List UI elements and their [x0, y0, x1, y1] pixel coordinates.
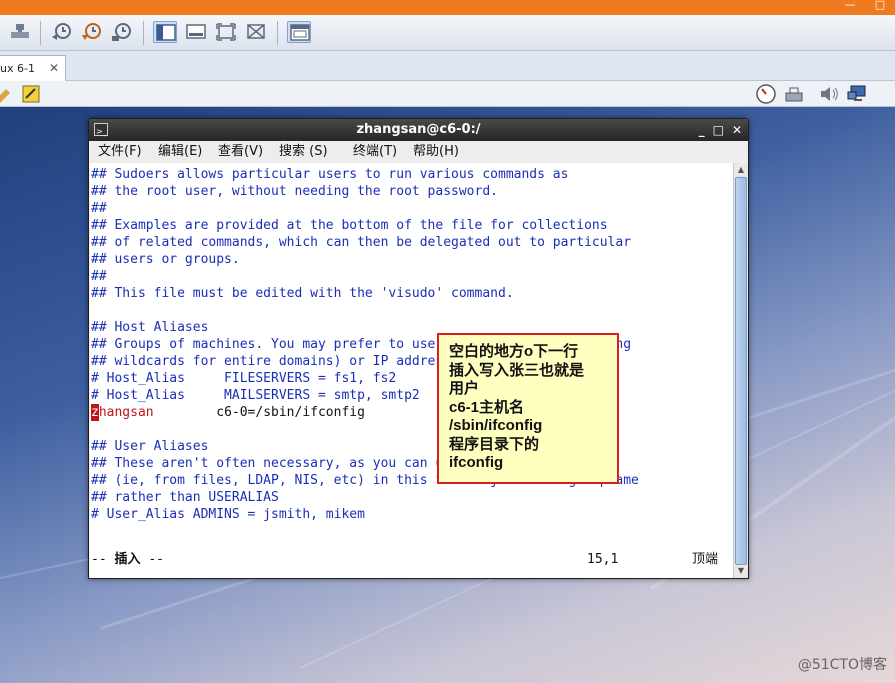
- menu-file[interactable]: 文件(F): [98, 141, 142, 163]
- text-line: ## users or groups.: [91, 252, 240, 267]
- vim-status-line: -- 插入 -- 15,1 顶端: [91, 552, 719, 567]
- text-line: ## Host Aliases: [91, 320, 209, 335]
- fullscreen-icon[interactable]: [214, 21, 238, 43]
- network-adapter-icon[interactable]: [783, 83, 805, 105]
- menu-view[interactable]: 查看(V): [218, 141, 263, 163]
- vmware-toolbar: [0, 15, 895, 51]
- text-line: ## rather than USERALIAS: [91, 490, 279, 505]
- menu-help[interactable]: 帮助(H): [413, 141, 459, 163]
- text-cursor: z: [91, 404, 99, 421]
- terminal-menubar: 文件(F) 编辑(E) 查看(V) 搜索 (S) 终端(T) 帮助(H): [89, 141, 748, 163]
- snapshot-icon[interactable]: [50, 21, 74, 43]
- vmware-title-strip: — □: [0, 0, 895, 15]
- maximize-icon[interactable]: □: [865, 0, 895, 15]
- text-line: ## the root user, without needing the ro…: [91, 184, 498, 199]
- text-line: ## Sudoers allows particular users to ru…: [91, 167, 569, 182]
- annotation-callout: 空白的地方o下一行 插入写入张三也就是 用户 c6-1主机名 /sbin/ifc…: [437, 333, 619, 484]
- notes-icon[interactable]: [20, 83, 42, 105]
- vim-mode: 插入: [114, 552, 141, 567]
- unity-icon[interactable]: [244, 21, 268, 43]
- snapshot-manager-icon[interactable]: [110, 21, 134, 43]
- sidebar-view-icon[interactable]: [153, 21, 177, 43]
- menu-edit[interactable]: 编辑(E): [158, 141, 202, 163]
- menu-search[interactable]: 搜索 (S): [279, 141, 328, 163]
- revert-snapshot-icon[interactable]: [80, 21, 104, 43]
- edited-line: zhangsan c6-0=/sbin/ifconfig: [91, 404, 365, 421]
- text-line: # Host_Alias MAILSERVERS = smtp, smtp2: [91, 388, 420, 403]
- maximize-button[interactable]: □: [713, 119, 724, 141]
- terminal-window[interactable]: zhangsan@c6-0:/ _ □ ✕ 文件(F) 编辑(E) 查看(V) …: [88, 118, 749, 579]
- terminal-content[interactable]: ## Sudoers allows particular users to ru…: [90, 163, 733, 578]
- minimize-button[interactable]: _: [699, 119, 705, 141]
- close-button[interactable]: ✕: [732, 119, 742, 141]
- edited-user: hangsan: [98, 405, 154, 420]
- watermark: @51CTO博客: [797, 657, 887, 673]
- tab-label: ux 6-1: [0, 62, 35, 75]
- sound-icon[interactable]: [818, 83, 840, 105]
- text-line: # User_Alias ADMINS = jsmith, mikem: [91, 507, 365, 522]
- cut-icon[interactable]: [0, 83, 16, 105]
- terminal-icon: [94, 121, 108, 143]
- scroll-down-icon[interactable]: ▼: [735, 565, 747, 577]
- tab-vm-linux[interactable]: ux 6-1 ✕: [0, 55, 66, 81]
- text-line: ## User Aliases: [91, 439, 209, 454]
- terminal-titlebar[interactable]: zhangsan@c6-0:/ _ □ ✕: [89, 119, 748, 143]
- display-icon[interactable]: [846, 83, 868, 105]
- cursor-position: 15,1: [587, 552, 619, 567]
- console-view-icon[interactable]: [184, 21, 208, 43]
- vmware-statusbar: [0, 81, 895, 107]
- text-line: ## Examples are provided at the bottom o…: [91, 218, 608, 233]
- terminal-title: zhangsan@c6-0:/: [356, 122, 481, 137]
- send-keys-icon[interactable]: [8, 21, 32, 43]
- scroll-position: 顶端: [692, 552, 719, 567]
- performance-icon[interactable]: [755, 83, 777, 105]
- text-line: ##: [91, 269, 107, 284]
- tab-close-icon[interactable]: ✕: [49, 61, 59, 75]
- scroll-up-icon[interactable]: ▲: [735, 164, 747, 176]
- vmware-tabbar: ux 6-1 ✕: [0, 51, 895, 81]
- edited-spec: c6-0=/sbin/ifconfig: [153, 405, 365, 420]
- text-line: ## This file must be edited with the 'vi…: [91, 286, 514, 301]
- text-line: ## of related commands, which can then b…: [91, 235, 632, 250]
- text-line: ##: [91, 201, 107, 216]
- scroll-thumb[interactable]: [735, 177, 747, 565]
- terminal-scrollbar[interactable]: ▲ ▼: [733, 163, 748, 578]
- text-line: # Host_Alias FILESERVERS = fs1, fs2: [91, 371, 397, 386]
- tabs-view-icon[interactable]: [287, 21, 311, 43]
- menu-terminal[interactable]: 终端(T): [353, 141, 397, 163]
- minimize-icon[interactable]: —: [835, 0, 865, 15]
